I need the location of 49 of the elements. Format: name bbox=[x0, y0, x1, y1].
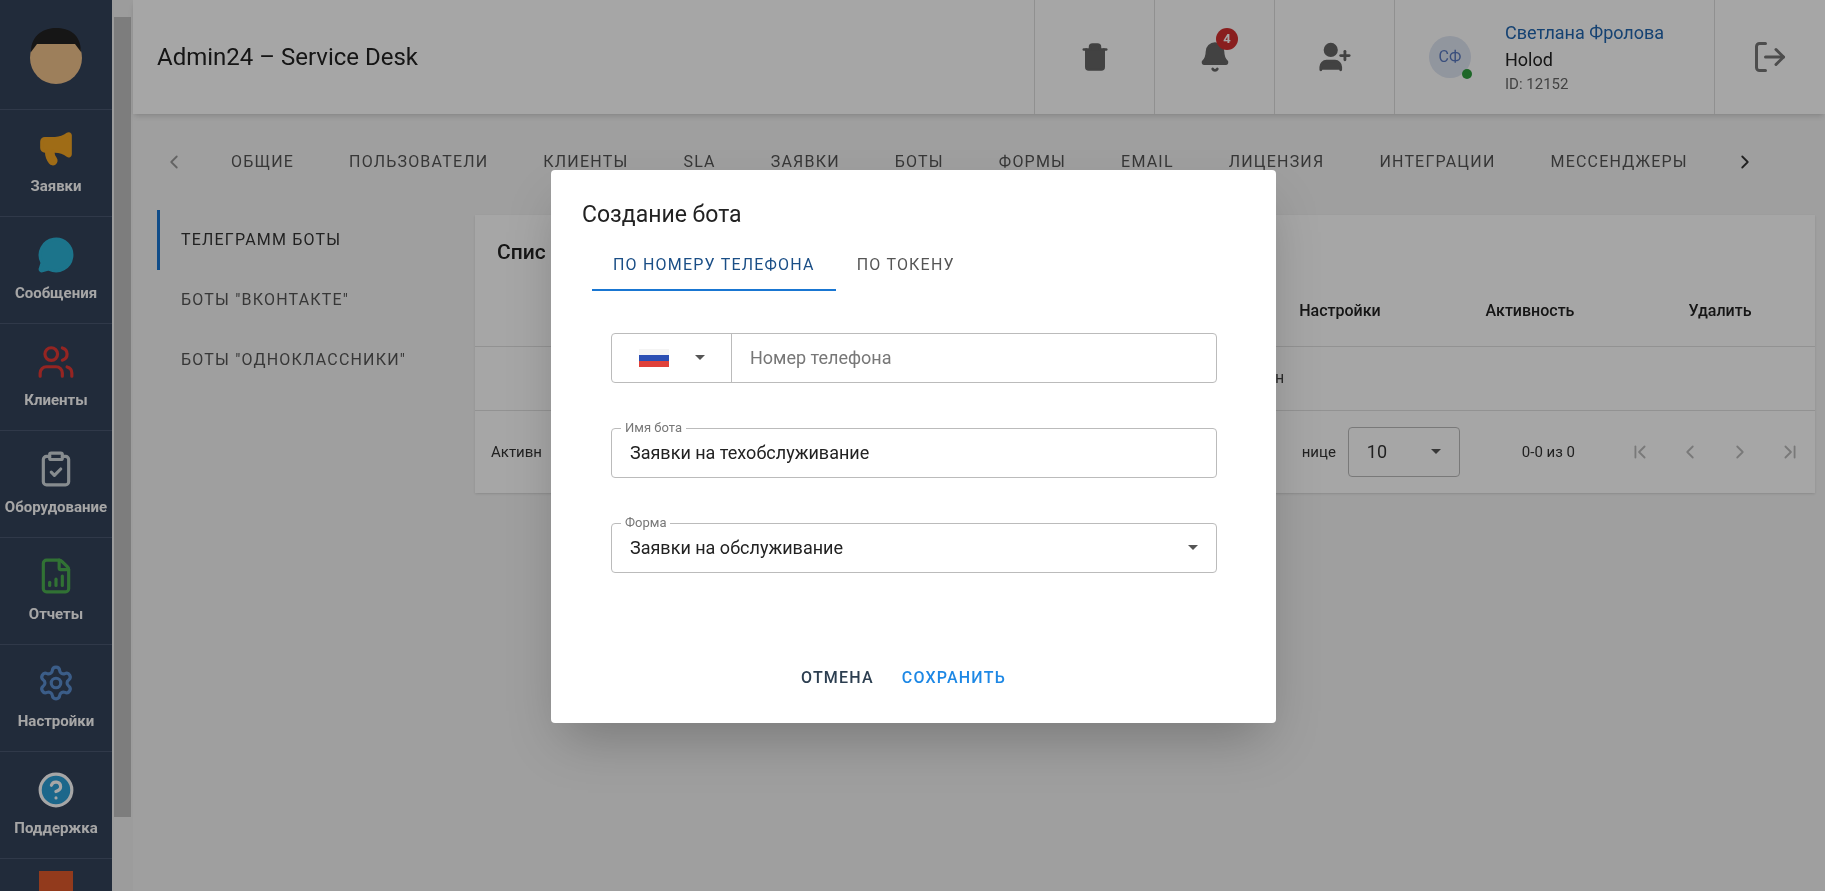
settings-tab[interactable]: ИНТЕГРАЦИИ bbox=[1352, 150, 1523, 174]
sidebar-item[interactable]: Поддержка bbox=[0, 752, 112, 859]
settings-tab[interactable]: EMAIL bbox=[1094, 150, 1201, 174]
phone-field[interactable]: Номер телефона bbox=[611, 332, 1217, 383]
settings-tab[interactable]: ЗАЯВКИ bbox=[743, 150, 867, 174]
column-header: Настройки bbox=[1298, 300, 1382, 322]
settings-tab[interactable]: КЛИЕНТЫ bbox=[516, 150, 656, 174]
footer-text: Активн bbox=[491, 441, 542, 463]
company-name: Holod bbox=[1505, 47, 1554, 72]
settings-tab[interactable]: ЛИЦЕНЗИЯ bbox=[1201, 150, 1352, 174]
notification-badge: 4 bbox=[1216, 28, 1238, 50]
table-cell-text: н bbox=[1275, 367, 1285, 389]
field-label: Форма bbox=[621, 514, 671, 531]
dialog-tab[interactable]: ПО ТОКЕНУ bbox=[835, 240, 976, 291]
settings-tab[interactable]: ОБЩИЕ bbox=[204, 150, 322, 174]
user-avatar[interactable]: СФ bbox=[1429, 36, 1471, 78]
caret-icon bbox=[694, 355, 705, 360]
caret-icon bbox=[1188, 545, 1198, 550]
russia-flag-icon bbox=[638, 348, 669, 367]
cancel-button[interactable]: ОТМЕНА bbox=[789, 657, 886, 698]
card-title: Спис bbox=[497, 239, 546, 266]
sidebar-item[interactable]: Сообщения bbox=[0, 217, 112, 324]
rows-per-page-select[interactable]: 10 bbox=[1347, 426, 1460, 477]
save-button[interactable]: СОХРАНИТЬ bbox=[889, 657, 1018, 698]
page-range: 0-0 из 0 bbox=[1521, 441, 1575, 463]
settings-tab[interactable]: ПОЛЬЗОВАТЕЛИ bbox=[322, 150, 516, 174]
help-icon bbox=[37, 770, 75, 809]
dialog-title: Создание бота bbox=[582, 200, 743, 230]
rows-per-page-label: нице bbox=[1301, 441, 1336, 463]
dialog-tab[interactable]: ПО НОМЕРУ ТЕЛЕФОНА bbox=[592, 240, 836, 291]
user-name[interactable]: Светлана Фролова bbox=[1505, 18, 1665, 46]
settings-tab[interactable]: ФОРМЫ bbox=[971, 150, 1094, 174]
app-title: Admin24 – Service Desk bbox=[157, 42, 419, 73]
bot-type-tab[interactable]: БОТЫ "ОДНОКЛАССНИКИ" bbox=[157, 330, 475, 390]
phone-number-input[interactable]: Номер телефона bbox=[732, 333, 1216, 382]
column-header: Активность bbox=[1484, 300, 1576, 322]
logout-icon bbox=[1752, 39, 1788, 75]
notifications-button[interactable]: 4 bbox=[1154, 0, 1274, 114]
user-id: ID: 12152 bbox=[1505, 73, 1570, 95]
settings-tab[interactable]: МЕССЕНДЖЕРЫ bbox=[1523, 150, 1715, 174]
settings-tab[interactable]: БОТЫ bbox=[867, 150, 971, 174]
bot-type-tab[interactable]: БОТЫ "ВКОНТАКТЕ" bbox=[157, 270, 475, 330]
form-value: Заявки на обслуживание bbox=[630, 536, 843, 560]
settings-icon bbox=[37, 663, 75, 702]
caret-icon bbox=[1430, 449, 1441, 455]
column-header: Удалить bbox=[1687, 300, 1753, 322]
chat-icon bbox=[37, 235, 75, 274]
add-user-icon bbox=[1317, 40, 1352, 74]
settings-tab[interactable]: SLA bbox=[656, 150, 743, 174]
